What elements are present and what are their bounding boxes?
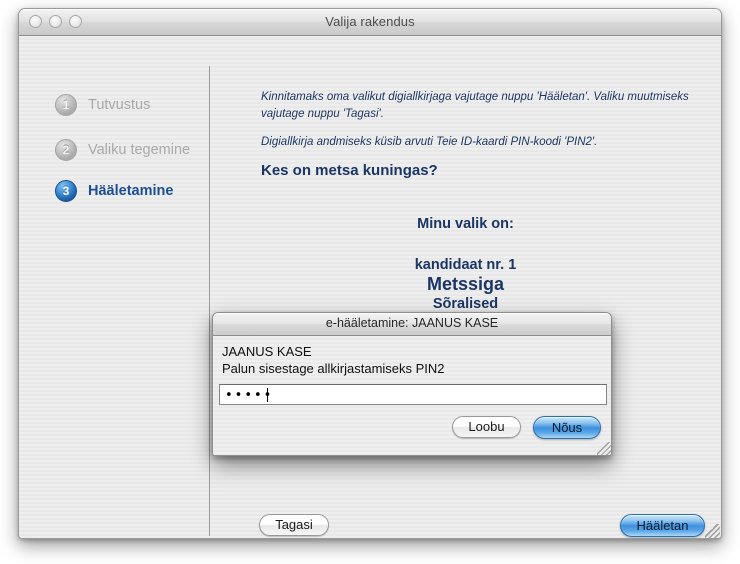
vote-button[interactable]: Hääletan [620,514,705,537]
window-resize-grip[interactable] [705,524,720,538]
screen: Valija rakendus 1 Tutvustus 2 Valiku teg… [0,0,740,564]
instruction-paragraph-secondary: Digiallkirja andmiseks küsib arvuti Teie… [261,136,598,148]
step-number-badge-3: 3 [55,180,77,202]
main-window: Valija rakendus 1 Tutvustus 2 Valiku teg… [18,8,722,539]
dialog-body: JAANUS KASE Palun sisestage allkirjastam… [213,336,611,455]
choice-number: kandidaat nr. 1 [414,257,517,273]
choice-heading: Minu valik on: [417,216,514,232]
cardholder-name: JAANUS KASE [222,344,312,359]
step-number-badge-2: 2 [55,139,77,161]
pin2-dialog: e-hääletamine: JAANUS KASE JAANUS KASE P… [212,312,612,456]
selected-choice-summary: Minu valik on: kandidaat nr. 1 Metssiga … [210,216,721,312]
dialog-resize-grip[interactable] [597,442,611,455]
ballot-question: Kes on metsa kuningas? [261,162,438,179]
back-button[interactable]: Tagasi [259,514,329,536]
pin-prompt-label: Palun sisestage allkirjastamiseks PIN2 [222,361,445,376]
pin2-input[interactable]: ••••• [219,384,607,405]
sidebar-item-label-3: Hääletamine [88,183,174,199]
sidebar-item-label-2: Valiku tegemine [88,142,191,158]
sidebar-item-haaletamine[interactable]: 3 Hääletamine [55,180,173,202]
dialog-titlebar[interactable]: e-hääletamine: JAANUS KASE [213,313,611,336]
confirm-button[interactable]: Nõus [533,416,601,439]
window-body: 1 Tutvustus 2 Valiku tegemine 3 Hääletam… [19,36,721,538]
choice-party-name: Sõralised [432,296,499,312]
sidebar-item-valiku-tegemine[interactable]: 2 Valiku tegemine [55,139,190,161]
instruction-paragraph: Kinnitamaks oma valikut digiallkirjaga v… [261,91,689,120]
window-title: Valija rakendus [325,14,415,29]
sidebar-item-tutvustus[interactable]: 1 Tutvustus [55,94,150,116]
choice-candidate-name: Metssiga [426,274,505,294]
step-number-badge-1: 1 [55,94,77,116]
dialog-title: e-hääletamine: JAANUS KASE [325,316,499,330]
sidebar-item-label-1: Tutvustus [88,97,151,113]
cancel-button[interactable]: Loobu [452,416,521,438]
text-caret [267,388,268,402]
window-titlebar[interactable]: Valija rakendus [19,9,721,36]
main-content: Kinnitamaks oma valikut digiallkirjaga v… [210,36,721,538]
steps-sidebar: 1 Tutvustus 2 Valiku tegemine 3 Hääletam… [19,36,209,538]
